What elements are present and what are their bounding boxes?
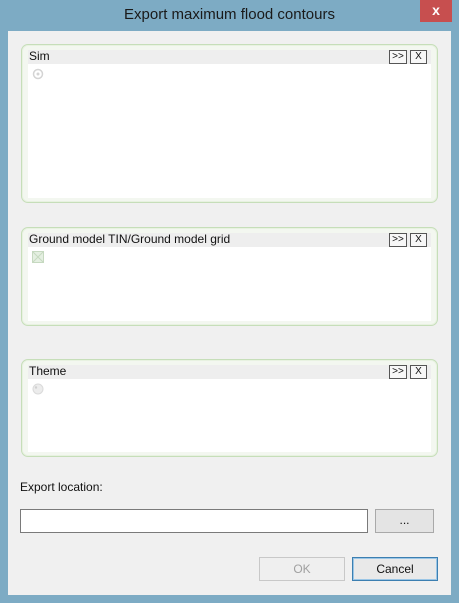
sim-drop-area[interactable]: Sim >> X [28,49,431,198]
ground-model-clear-button[interactable]: X [410,233,427,247]
ok-button[interactable]: OK [259,557,345,581]
browse-button[interactable]: ... [375,509,434,533]
sim-expand-button[interactable]: >> [389,50,407,64]
theme-clear-button[interactable]: X [410,365,427,379]
sim-icon [32,68,44,80]
ground-model-icon [32,251,44,263]
sim-clear-button[interactable]: X [410,50,427,64]
sim-group-label: Sim [29,49,50,63]
title-bar[interactable]: Export maximum flood contours x [0,0,459,31]
dialog-window: Export maximum flood contours x Sim >> X [0,0,459,603]
ground-model-expand-button[interactable]: >> [389,233,407,247]
cancel-button[interactable]: Cancel [352,557,438,581]
ground-model-drop-area[interactable]: Ground model TIN/Ground model grid >> X [28,232,431,321]
theme-group: Theme >> X [21,359,438,457]
close-button[interactable]: x [420,0,452,22]
theme-group-label: Theme [29,364,67,378]
dialog-title: Export maximum flood contours [124,6,335,23]
ground-model-group-header: Ground model TIN/Ground model grid >> X [28,232,431,247]
theme-group-header: Theme >> X [28,364,431,379]
dialog-body: Sim >> X Ground model TIN/Ground model g… [8,31,451,595]
theme-expand-button[interactable]: >> [389,365,407,379]
theme-drop-area[interactable]: Theme >> X [28,364,431,452]
ground-model-group: Ground model TIN/Ground model grid >> X [21,227,438,326]
sim-group: Sim >> X [21,44,438,203]
sim-group-header: Sim >> X [28,49,431,64]
theme-icon [32,383,44,395]
export-location-label: Export location: [20,480,103,494]
ground-model-group-label: Ground model TIN/Ground model grid [29,232,231,246]
export-location-input[interactable] [20,509,368,533]
